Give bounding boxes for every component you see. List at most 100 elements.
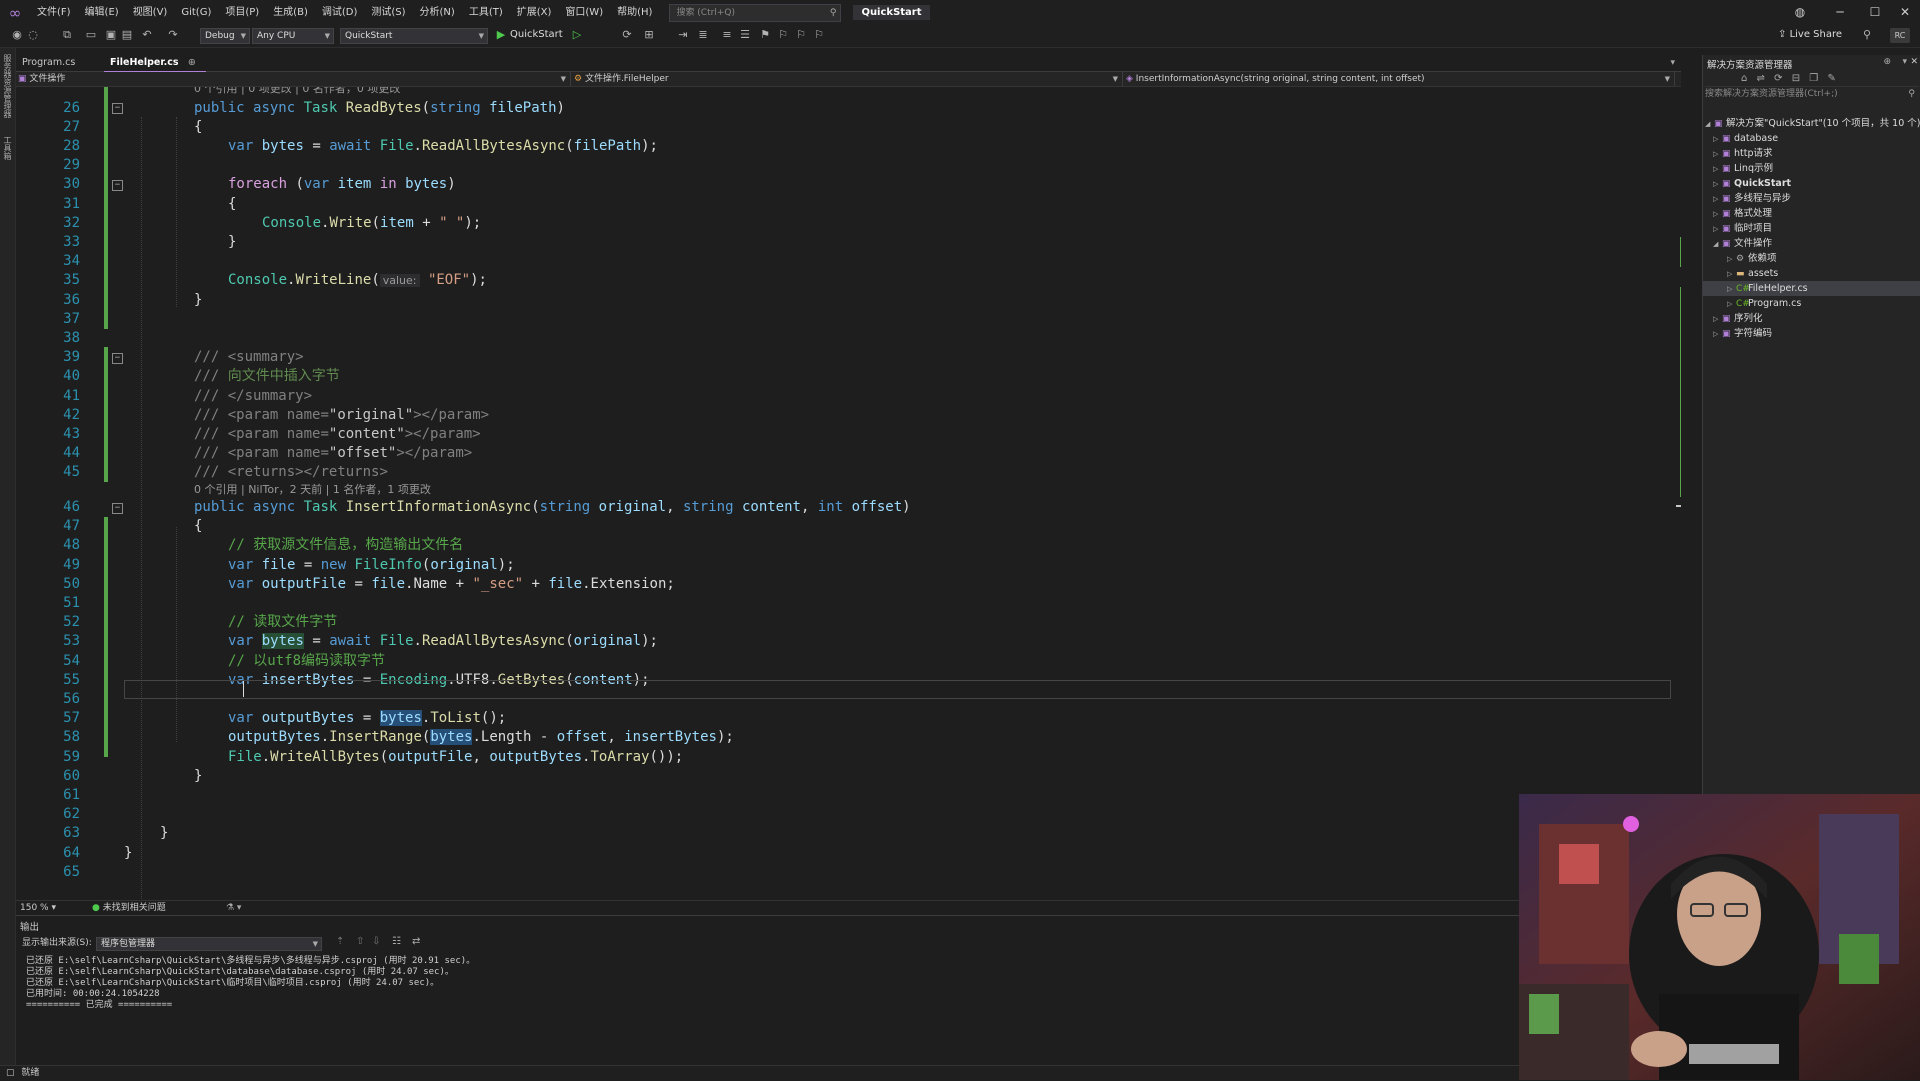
comment-icon[interactable]: ≡ [720,28,734,42]
menu-tools[interactable]: 工具(T) [462,0,510,25]
file-item-selected[interactable]: ▷ C#FileHelper.cs [1703,281,1920,296]
menu-view[interactable]: 视图(V) [126,0,175,25]
collapse-toggle-icon[interactable]: − [112,103,123,114]
collapse-toggle-icon[interactable]: − [112,503,123,514]
open-folder-icon[interactable]: ▭ [84,28,98,42]
menu-build[interactable]: 生成(B) [266,0,315,25]
tab-program-cs[interactable]: Program.cs [16,55,108,71]
back-nav-icon[interactable]: ◉ [10,28,24,42]
menu-git[interactable]: Git(G) [174,0,218,25]
project-item-expanded[interactable]: ◢ ▣ 文件操作 [1713,236,1772,251]
file-item[interactable]: ▷ C#Program.cs [1727,296,1801,311]
word-wrap-icon[interactable]: ⇄ [412,936,420,947]
menu-file[interactable]: 文件(F) [30,0,78,25]
run-play-icon[interactable]: ▶ [494,28,508,42]
collapsed-icon: ▷ [1713,330,1719,338]
minimize-button[interactable]: ─ [1825,2,1855,22]
menu-debug[interactable]: 调试(D) [315,0,365,25]
code-line-44: /// <param name="offset"></param> [194,445,473,462]
search-input[interactable]: 搜索 (Ctrl+Q) ⚲ [669,3,842,22]
browser-link-icon[interactable]: ⟳ [620,28,634,42]
toolbox-tab[interactable]: 工具箱 [2,136,13,160]
format-icon[interactable]: ≣ [696,28,710,42]
save-icon[interactable]: ▣ [104,28,118,42]
project-item[interactable]: ▷ ▣ 临时项目 [1713,221,1772,236]
issues-indicator[interactable]: ● 未找到相关问题 [92,901,166,915]
pin-icon[interactable]: ⊕ [188,57,196,68]
menu-analyze[interactable]: 分析(N) [413,0,462,25]
layout-icon[interactable]: ⊞ [642,28,656,42]
panel-options-icon[interactable]: ▾ [1902,57,1907,67]
undo-icon[interactable]: ↶ [140,28,154,42]
platform-dropdown[interactable]: Any CPU ▼ [252,28,334,44]
bookmark-icon[interactable]: ⚑ [758,28,772,42]
dependencies-item[interactable]: ▷ ⚙ 依赖项 [1727,251,1777,266]
save-all-icon[interactable]: ▤ [120,28,134,42]
server-explorer-tab[interactable]: 服务器资源管理器 [2,54,13,118]
uncomment-icon[interactable]: ☰ [738,28,752,42]
configuration-dropdown[interactable]: Debug ▼ [200,28,250,44]
account-avatar[interactable]: RC [1890,28,1910,43]
show-all-files-icon[interactable]: ❐ [1809,73,1818,84]
prev-message-icon[interactable]: ⇧ [356,936,364,947]
project-item[interactable]: ▷ ▣ 多线程与异步 [1713,191,1791,206]
menu-extensions[interactable]: 扩展(X) [510,0,559,25]
codelens-references[interactable]: 0 个引用 | 0 项更改 | 0 名作者，0 项更改 [194,87,400,96]
tab-filehelper-cs[interactable]: FileHelper.cs ⊕ ✕ [104,55,206,84]
properties-icon[interactable]: ✎ [1827,73,1835,84]
collapse-toggle-icon[interactable]: − [112,180,123,191]
solution-search-input[interactable]: 搜索解决方案资源管理器(Ctrl+;) ⚲ [1705,87,1915,101]
line-number: 30 [63,176,80,193]
panel-pin-icon[interactable]: ⊕ [1883,57,1891,67]
run-button-label[interactable]: QuickStart [510,28,563,42]
class-nav-dropdown[interactable]: ⚙ 文件操作.FileHelper ▼ [574,72,1123,86]
forward-nav-icon[interactable]: ◌ [26,28,40,42]
account-globe-icon[interactable]: ◍ [1785,2,1815,22]
codelens-references-46[interactable]: 0 个引用 | NilTor，2 天前 | 1 名作者，1 项更改 [194,483,431,497]
bookmark-next-icon[interactable]: ⚐ [794,28,808,42]
tab-overflow-chevron-icon[interactable]: ▾ [1670,55,1675,71]
close-window-button[interactable]: ✕ [1890,2,1920,22]
project-item[interactable]: ▷ ▣ Linq示例 [1713,161,1773,176]
project-item[interactable]: ▷ ▣ 字符编码 [1713,326,1772,341]
menu-test[interactable]: 测试(S) [364,0,412,25]
bookmark-clear-icon[interactable]: ⚐ [812,28,826,42]
find-message-icon[interactable]: ⇡ [336,936,344,947]
clear-all-icon[interactable]: ☷ [392,936,401,947]
code-cleanup-icon[interactable]: ⚗ ▾ [226,901,241,915]
code-editor[interactable]: 26 27 28 29 30 31 32 33 34 35 36 37 38 3… [16,87,1681,900]
menu-project[interactable]: 项目(P) [218,0,266,25]
project-item[interactable]: ▷ ▣ http请求 [1713,146,1773,161]
feedback-icon[interactable]: ⚲ [1860,28,1874,42]
project-item[interactable]: ▷ ▣ 序列化 [1713,311,1763,326]
bookmark-prev-icon[interactable]: ⚐ [776,28,790,42]
zoom-level-dropdown[interactable]: 150 % ▾ [20,901,56,915]
member-nav-dropdown[interactable]: ◈ InsertInformationAsync(string original… [1126,72,1675,86]
vertical-scrollbar[interactable] [1676,87,1681,900]
folder-item[interactable]: ▷ ▬ assets [1727,266,1778,281]
switch-views-icon[interactable]: ⇌ [1757,73,1765,84]
redo-icon[interactable]: ↷ [166,28,180,42]
run-without-debug-icon[interactable]: ▷ [570,28,584,42]
project-item[interactable]: ▷ ▣ database [1713,131,1778,146]
project-nav-dropdown[interactable]: ▣ 文件操作 ▼ [18,72,571,86]
project-item[interactable]: ▷ ▣ 格式处理 [1713,206,1772,221]
project-item-startup[interactable]: ▷ ▣ QuickStart [1713,176,1791,191]
sync-icon[interactable]: ⟳ [1774,73,1782,84]
live-share-button[interactable]: ⇪ Live Share [1778,28,1842,42]
step-icon[interactable]: ⇥ [676,28,690,42]
visual-studio-logo-icon[interactable]: ∞ [6,4,24,22]
output-source-dropdown[interactable]: 程序包管理器 ▼ [96,937,322,951]
menu-edit[interactable]: 编辑(E) [78,0,126,25]
menu-help[interactable]: 帮助(H) [610,0,659,25]
collapse-all-icon[interactable]: ⊟ [1792,73,1800,84]
menu-window[interactable]: 窗口(W) [558,0,610,25]
next-message-icon[interactable]: ⇩ [372,936,380,947]
home-icon[interactable]: ⌂ [1741,73,1747,84]
startup-project-dropdown[interactable]: QuickStart ▼ [340,28,488,44]
panel-close-icon[interactable]: ✕ [1910,57,1918,67]
new-project-icon[interactable]: ⧉ [60,28,74,42]
maximize-button[interactable]: ☐ [1860,2,1890,22]
collapse-toggle-icon[interactable]: − [112,353,123,364]
solution-root[interactable]: ◢ ▣ 解决方案"QuickStart"(10 个项目，共 10 个) [1705,116,1920,131]
